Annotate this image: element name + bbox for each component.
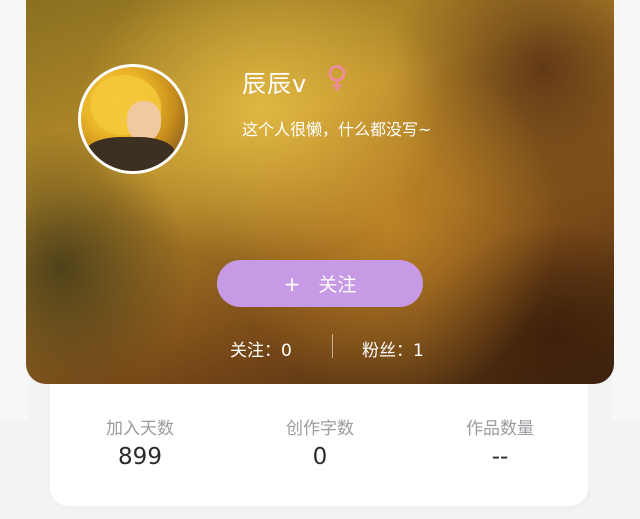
- avatar[interactable]: [78, 64, 188, 174]
- plus-icon: +: [283, 271, 301, 296]
- stat-works-count: 作品数量 --: [410, 414, 590, 470]
- username: 辰辰v: [242, 70, 308, 98]
- stat-label: 加入天数: [106, 419, 174, 439]
- stat-join-days: 加入天数 899: [50, 414, 230, 470]
- female-gender-icon: ♀: [326, 60, 348, 95]
- background-edge-left: [0, 0, 28, 420]
- follow-button[interactable]: + 关注: [217, 260, 423, 307]
- stat-word-count: 创作字数 0: [230, 414, 410, 470]
- stats-divider: [332, 334, 333, 358]
- profile-signature: 这个人很懒，什么都没写~: [242, 120, 432, 139]
- avatar-face-shape: [127, 101, 161, 141]
- fans-count[interactable]: 粉丝：1: [362, 336, 424, 361]
- profile-header: 辰辰v ♀ 这个人很懒，什么都没写~ + 关注 关注：0 粉丝：1: [26, 0, 614, 384]
- background-edge-right: [612, 0, 640, 420]
- following-count[interactable]: 关注：0: [230, 336, 292, 361]
- stat-value: 899: [118, 444, 162, 470]
- stat-value: --: [491, 444, 509, 470]
- follow-stats: 关注：0 粉丝：1: [26, 334, 614, 362]
- follow-button-label: 关注: [318, 274, 357, 296]
- stat-label: 作品数量: [466, 419, 534, 439]
- stat-label: 创作字数: [286, 419, 354, 439]
- stat-value: 0: [312, 444, 328, 470]
- avatar-cloth-shape: [85, 137, 175, 171]
